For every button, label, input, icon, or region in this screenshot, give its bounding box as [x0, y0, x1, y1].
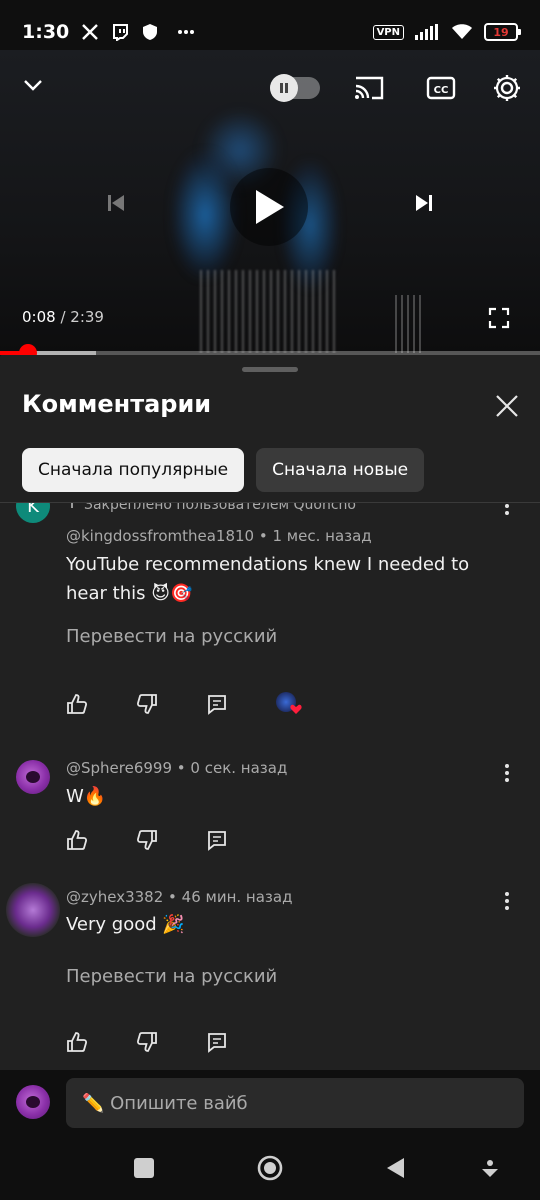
settings-gear-icon[interactable]	[492, 73, 522, 103]
comment-menu-icon[interactable]	[498, 762, 516, 784]
comment-actions	[66, 692, 302, 716]
comment-text: W🔥	[66, 786, 107, 807]
comment-time: 46 мин. назад	[181, 888, 293, 906]
captions-icon[interactable]: CC	[426, 75, 456, 101]
comment-text: YouTube recommendations knew I needed to…	[66, 554, 470, 604]
battery-indicator: 19	[484, 23, 521, 41]
comment-author[interactable]: @Sphere6999	[66, 759, 172, 777]
svg-text:CC: CC	[434, 85, 449, 96]
video-frame-lights	[200, 270, 340, 353]
comment-time: 0 сек. назад	[190, 759, 288, 777]
comment-item: @zyhex3382 • 46 мин. назад Very good 🎉 П…	[0, 883, 540, 1070]
like-icon[interactable]	[66, 1031, 88, 1053]
comment-item: @Sphere6999 • 0 сек. назад W🔥	[0, 755, 540, 880]
current-time: 0:08	[22, 308, 56, 326]
x-icon	[82, 24, 99, 40]
avatar[interactable]	[6, 883, 60, 937]
own-avatar	[16, 1085, 50, 1119]
pinned-label: Закреплено пользователем Quoncho	[66, 503, 356, 513]
video-player[interactable]: CC 0:08 / 2:39	[0, 50, 540, 353]
dislike-icon[interactable]	[136, 1031, 158, 1053]
comments-list: K Закреплено пользователем Quoncho @king…	[0, 503, 540, 1070]
comment-meta: @zyhex3382 • 46 мин. назад	[66, 888, 293, 906]
comment-input[interactable]: ✏️ Опишите вайб	[66, 1078, 524, 1128]
play-button[interactable]	[230, 168, 308, 246]
comment-text: Very good 🎉	[66, 914, 185, 935]
chip-top-comments[interactable]: Сначала популярные	[22, 448, 245, 492]
gesture-menu-icon[interactable]	[476, 1154, 504, 1182]
sort-chips: Сначала популярные Сначала новые	[22, 448, 425, 492]
translate-link[interactable]: Перевести на русский	[66, 966, 277, 987]
video-frame-figure-left	[170, 150, 240, 280]
comment-actions	[66, 1031, 228, 1053]
avatar[interactable]: K	[16, 503, 50, 523]
fullscreen-icon[interactable]	[488, 307, 510, 329]
comments-title: Комментарии	[22, 390, 212, 418]
vpn-badge: VPN	[372, 24, 404, 40]
like-icon[interactable]	[66, 693, 88, 715]
reply-icon[interactable]	[206, 693, 228, 715]
comment-meta: @kingdossfromthea1810 • 1 мес. назад	[66, 527, 372, 545]
next-icon[interactable]	[412, 191, 436, 215]
autoplay-pause-icon	[270, 74, 298, 102]
reply-icon[interactable]	[206, 1031, 228, 1053]
comment-item: K Закреплено пользователем Quoncho @king…	[0, 503, 540, 729]
comment-time: 1 мес. назад	[272, 527, 372, 545]
comment-meta: @Sphere6999 • 0 сек. назад	[66, 759, 288, 777]
comment-author[interactable]: @zyhex3382	[66, 888, 163, 906]
time-display: 0:08 / 2:39	[22, 308, 104, 326]
drag-handle[interactable]	[242, 367, 298, 372]
comment-input-bar: ✏️ Опишите вайб	[0, 1070, 540, 1136]
play-icon	[256, 190, 284, 224]
dislike-icon[interactable]	[136, 829, 158, 851]
recents-square-icon[interactable]	[130, 1154, 158, 1182]
comments-sheet: Комментарии Сначала популярные Сначала н…	[0, 355, 540, 1070]
like-icon[interactable]	[66, 829, 88, 851]
autoplay-toggle[interactable]	[270, 74, 320, 102]
comment-actions	[66, 829, 228, 851]
signal-icon	[415, 24, 438, 40]
shield-icon	[143, 24, 158, 40]
comment-author[interactable]: @kingdossfromthea1810	[66, 527, 254, 545]
creator-heart-icon	[276, 692, 302, 716]
duration: 2:39	[70, 308, 104, 326]
pin-icon	[71, 503, 73, 508]
dislike-icon[interactable]	[136, 693, 158, 715]
home-circle-icon[interactable]	[256, 1154, 284, 1182]
cast-icon[interactable]	[354, 74, 386, 102]
close-icon[interactable]	[492, 391, 522, 421]
twitch-icon	[113, 24, 129, 41]
collapse-chevron-icon[interactable]	[20, 72, 46, 98]
more-dots-icon	[178, 30, 195, 34]
video-frame-lights-right	[395, 295, 425, 353]
translate-link[interactable]: Перевести на русский	[66, 626, 277, 647]
system-nav-bar	[0, 1136, 540, 1200]
comment-menu-icon[interactable]	[498, 503, 516, 517]
comment-menu-icon[interactable]	[498, 890, 516, 912]
reply-icon[interactable]	[206, 829, 228, 851]
wifi-icon	[452, 24, 472, 39]
avatar[interactable]	[16, 760, 50, 794]
back-triangle-icon[interactable]	[382, 1154, 410, 1182]
previous-icon[interactable]	[104, 191, 128, 215]
chip-newest-first[interactable]: Сначала новые	[256, 448, 425, 492]
status-time: 1:30	[22, 21, 70, 43]
